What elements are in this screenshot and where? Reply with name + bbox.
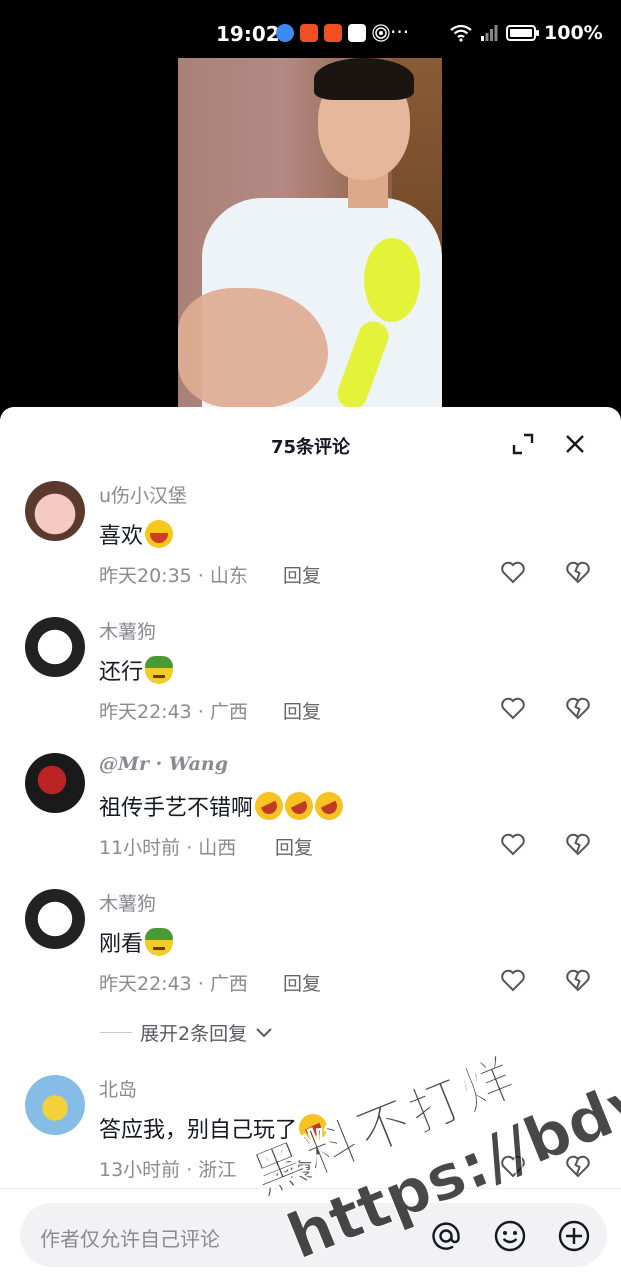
- comment-input-placeholder[interactable]: 作者仅允许自己评论: [40, 1223, 220, 1252]
- heart-icon[interactable]: [500, 1154, 526, 1178]
- comment-text: 刚看: [99, 926, 174, 958]
- broken-heart-icon[interactable]: [565, 968, 591, 992]
- comment-username[interactable]: @Mr · Wang: [99, 753, 228, 775]
- comment-text: 喜欢: [99, 518, 174, 550]
- comment-time-location: 13小时前 · 浙江: [99, 1159, 237, 1181]
- comment-time-location: 昨天22:43 · 广西: [99, 701, 248, 723]
- rofl-emoji-icon: [280, 787, 318, 825]
- avatar[interactable]: [25, 617, 85, 677]
- heart-icon[interactable]: [500, 832, 526, 856]
- reply-button[interactable]: 回复: [283, 697, 321, 724]
- battery-icon: [506, 25, 539, 41]
- browser-app-icon: [276, 24, 294, 42]
- chevron-down-icon: [256, 1027, 272, 1037]
- comment-text-content: 答应我，别自己玩了: [99, 1118, 298, 1143]
- comment-text: 答应我，别自己玩了: [99, 1109, 332, 1147]
- signal-icon: [481, 25, 498, 41]
- rofl-emoji-icon: [294, 1109, 332, 1147]
- comment-text-content: 还行: [99, 660, 144, 685]
- hotspot-icon: [372, 24, 390, 42]
- status-right: 100%: [450, 22, 603, 44]
- comment-item: 北岛 答应我，别自己玩了 13小时前 · 浙江 回复: [0, 1075, 621, 1205]
- mention-icon[interactable]: [428, 1218, 464, 1254]
- divider-line: [100, 1032, 132, 1033]
- comment-item: 木薯狗 刚看 昨天22:43 · 广西 回复: [0, 889, 621, 1019]
- comment-text-content: 祖传手艺不错啊: [99, 796, 254, 821]
- expand-replies-button[interactable]: 展开2条回复: [100, 1019, 273, 1046]
- taobao-app-icon: [300, 24, 318, 42]
- expand-replies-label: 展开2条回复: [140, 1023, 248, 1045]
- fullscreen-icon[interactable]: [510, 431, 536, 457]
- comment-text-content: 喜欢: [99, 524, 144, 549]
- taobao-app-icon-2: [324, 24, 342, 42]
- comment-item: @Mr · Wang 祖传手艺不错啊 11小时前 · 山西 回复: [0, 753, 621, 883]
- heart-icon[interactable]: [500, 560, 526, 584]
- broken-heart-icon[interactable]: [565, 696, 591, 720]
- avatar[interactable]: [25, 753, 85, 813]
- comment-time-location: 11小时前 · 山西: [99, 837, 237, 859]
- comment-item: u伤小汉堡 喜欢 昨天20:35 · 山东 回复: [0, 481, 621, 611]
- reply-button[interactable]: 回复: [283, 561, 321, 588]
- comment-item: 木薯狗 还行 昨天22:43 · 广西 回复: [0, 617, 621, 747]
- avatar[interactable]: [25, 889, 85, 949]
- status-app-icons: [276, 24, 390, 42]
- broken-heart-icon[interactable]: [565, 560, 591, 584]
- message-app-icon: [348, 24, 366, 42]
- person-hair: [314, 58, 414, 100]
- reply-button[interactable]: 回复: [283, 969, 321, 996]
- reply-button[interactable]: 回复: [275, 1155, 313, 1182]
- comment-username[interactable]: 木薯狗: [99, 889, 156, 916]
- comment-text: 祖传手艺不错啊: [99, 787, 348, 825]
- rofl-emoji-icon: [310, 787, 348, 825]
- comments-panel: 75条评论 u伤小汉堡 喜欢 昨天20:35 · 山东 回复 木薯狗 还行 昨天…: [0, 407, 621, 1280]
- heart-icon[interactable]: [500, 696, 526, 720]
- laughing-emoji-icon: [145, 520, 174, 548]
- status-more-icon: ···: [390, 20, 410, 44]
- broken-heart-icon[interactable]: [565, 1154, 591, 1178]
- battery-percent: 100%: [544, 22, 603, 44]
- status-time: 19:02: [216, 22, 280, 46]
- comment-username[interactable]: 北岛: [99, 1075, 137, 1102]
- divider: [0, 1188, 621, 1189]
- comment-time-location: 昨天20:35 · 山东: [99, 565, 248, 587]
- rofl-emoji-icon: [250, 787, 288, 825]
- comment-text-content: 刚看: [99, 932, 144, 957]
- broken-heart-icon[interactable]: [565, 832, 591, 856]
- reply-button[interactable]: 回复: [275, 833, 313, 860]
- annoyed-emoji-icon: [145, 656, 174, 684]
- heart-icon[interactable]: [500, 968, 526, 992]
- comment-username[interactable]: 木薯狗: [99, 617, 156, 644]
- comment-text: 还行: [99, 654, 174, 686]
- video-player[interactable]: [178, 58, 442, 418]
- status-bar: 19:02 ··· 100%: [0, 0, 621, 62]
- annoyed-emoji-icon: [145, 928, 174, 956]
- avatar[interactable]: [25, 481, 85, 541]
- close-icon[interactable]: [562, 431, 588, 457]
- shirt-print: [364, 238, 420, 322]
- emoji-icon[interactable]: [492, 1218, 528, 1254]
- avatar[interactable]: [25, 1075, 85, 1135]
- wifi-icon: [450, 24, 472, 42]
- comment-input-bar[interactable]: 作者仅允许自己评论: [20, 1203, 607, 1267]
- comment-time-location: 昨天22:43 · 广西: [99, 973, 248, 995]
- comment-username[interactable]: u伤小汉堡: [99, 481, 187, 508]
- add-icon[interactable]: [556, 1218, 592, 1254]
